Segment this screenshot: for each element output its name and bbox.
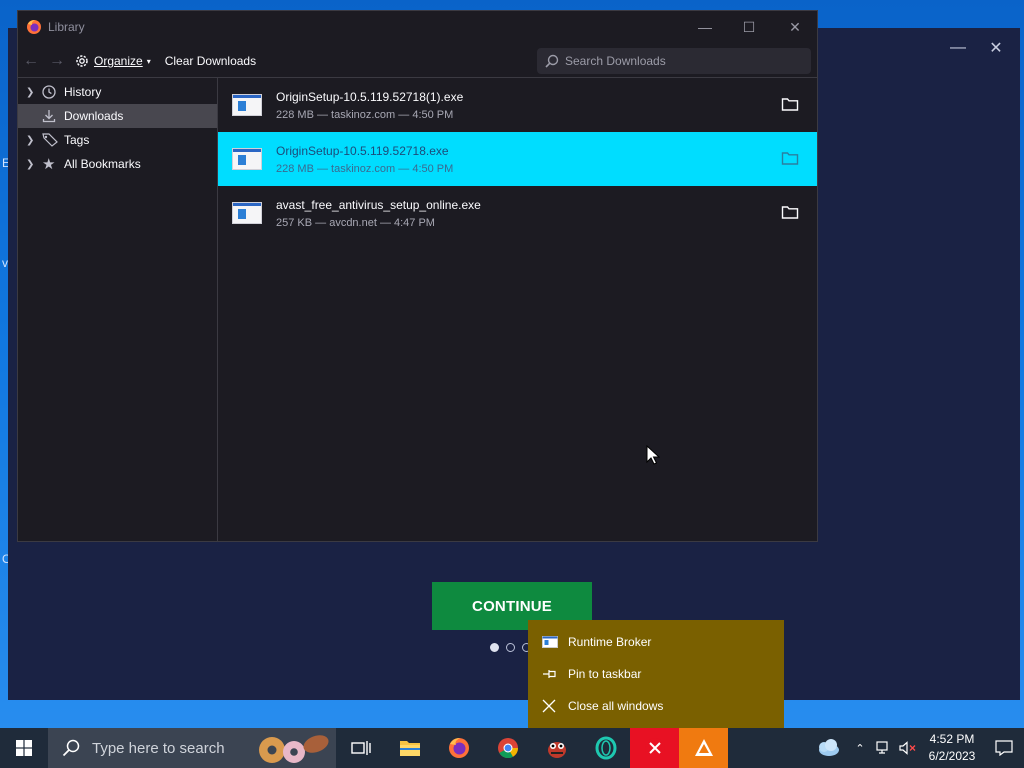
download-filename: OriginSetup-10.5.119.52718(1).exe: [276, 89, 464, 104]
download-details: 228 MB — taskinoz.com — 4:50 PM: [276, 108, 454, 121]
task-view-button[interactable]: [336, 728, 385, 768]
chrome-taskbar-button[interactable]: [483, 728, 532, 768]
opera-icon: [595, 736, 616, 760]
page-dot[interactable]: [490, 643, 499, 652]
library-toolbar: ← → Organize ▾ Clear Downloads: [18, 45, 817, 77]
avast-taskbar-button[interactable]: [679, 728, 728, 768]
folder-icon[interactable]: [781, 204, 799, 220]
firefox-taskbar-button[interactable]: [434, 728, 483, 768]
system-clock[interactable]: 4:52 PM 6/2/2023: [920, 731, 984, 765]
library-sidebar: ❯ History Downloads ❯ Tags ❯ ★ All Bookm…: [18, 77, 218, 541]
exe-file-icon: [232, 202, 262, 224]
volume-muted-icon[interactable]: [896, 728, 920, 768]
folder-icon[interactable]: [781, 96, 799, 112]
tag-icon: [42, 133, 60, 147]
mouse-cursor-icon: [646, 445, 660, 465]
notification-center-button[interactable]: [984, 740, 1024, 756]
sidebar-item-label: Tags: [64, 133, 90, 147]
sidebar-item-label: History: [64, 85, 102, 99]
chrome-icon: [497, 738, 518, 759]
opera-taskbar-button[interactable]: [581, 728, 630, 768]
download-icon: [42, 109, 60, 123]
expand-arrow-icon[interactable]: ❯: [26, 159, 42, 170]
download-item[interactable]: OriginSetup-10.5.119.52718(1).exe 228 MB…: [218, 78, 817, 132]
jump-list-label: Close all windows: [568, 699, 664, 713]
app-window-icon: [542, 636, 568, 648]
page-dot[interactable]: [506, 643, 515, 652]
bug-app-taskbar-button[interactable]: [532, 728, 581, 768]
sidebar-item-label: Downloads: [64, 109, 124, 123]
close-app-taskbar-button[interactable]: [630, 728, 679, 768]
clock-time: 4:52 PM: [929, 732, 975, 746]
windows-logo-icon: [16, 740, 32, 756]
pin-icon: [542, 668, 568, 680]
folder-icon[interactable]: [781, 150, 799, 166]
exe-file-icon: [232, 148, 262, 170]
downloads-list: OriginSetup-10.5.119.52718(1).exe 228 MB…: [218, 77, 817, 541]
clock-icon: [42, 85, 60, 99]
sidebar-item-downloads[interactable]: Downloads: [18, 104, 217, 128]
weather-icon[interactable]: [808, 728, 848, 768]
expand-arrow-icon[interactable]: ❯: [26, 135, 42, 146]
download-item[interactable]: OriginSetup-10.5.119.52718.exe 228 MB — …: [218, 132, 817, 186]
clear-downloads-button[interactable]: Clear Downloads: [165, 54, 256, 68]
download-filename: OriginSetup-10.5.119.52718.exe: [276, 143, 449, 158]
download-details: 228 MB — taskinoz.com — 4:50 PM: [276, 162, 454, 175]
start-button[interactable]: [0, 728, 48, 768]
search-icon: [62, 739, 80, 757]
chevron-down-icon: ▾: [146, 56, 151, 66]
star-icon: ★: [42, 156, 56, 173]
search-box[interactable]: [537, 48, 811, 74]
library-window: Library — ☐ ✕ ← → Organize ▾ Clear Downl…: [17, 10, 818, 542]
task-view-icon: [350, 741, 371, 755]
taskbar: ⌃ 4:52 PM 6/2/2023: [0, 728, 1024, 768]
organize-button[interactable]: Organize ▾: [74, 53, 151, 69]
sidebar-item-history[interactable]: ❯ History: [18, 80, 217, 104]
close-icon: [542, 699, 568, 713]
forward-arrow-icon[interactable]: →: [44, 52, 70, 70]
firefox-icon: [27, 20, 41, 34]
folder-icon: [399, 741, 420, 756]
chevron-up-icon[interactable]: ⌃: [848, 728, 872, 768]
download-filename: avast_free_antivirus_setup_online.exe: [276, 197, 481, 212]
donut-search-highlight-icon: [259, 735, 329, 763]
search-icon: [545, 54, 559, 68]
taskbar-search[interactable]: [48, 728, 336, 768]
sidebar-item-label: All Bookmarks: [64, 157, 141, 171]
jump-list-label: Runtime Broker: [568, 635, 652, 649]
download-item[interactable]: avast_free_antivirus_setup_online.exe 25…: [218, 186, 817, 240]
search-downloads-input[interactable]: [565, 54, 795, 68]
notification-icon: [995, 740, 1013, 756]
firefox-icon: [448, 738, 469, 758]
close-x-icon: [644, 738, 665, 758]
close-button[interactable]: ✕: [780, 17, 810, 37]
gear-icon: [76, 55, 88, 67]
network-icon[interactable]: [872, 728, 896, 768]
minimize-button[interactable]: —: [690, 17, 720, 37]
maximize-button[interactable]: ☐: [734, 17, 764, 37]
expand-arrow-icon[interactable]: ❯: [26, 87, 42, 98]
jump-list-label: Pin to taskbar: [568, 667, 642, 681]
system-tray: ⌃ 4:52 PM 6/2/2023: [808, 728, 1024, 768]
pin-to-taskbar-item[interactable]: Pin to taskbar: [528, 658, 784, 690]
organize-label: Organize: [94, 54, 143, 68]
download-details: 257 KB — avcdn.net — 4:47 PM: [276, 216, 435, 229]
sidebar-item-all-bookmarks[interactable]: ❯ ★ All Bookmarks: [18, 152, 217, 176]
window-title: Library: [48, 20, 85, 34]
close-all-windows-item[interactable]: Close all windows: [528, 690, 784, 722]
exe-file-icon: [232, 94, 262, 116]
avast-icon: [694, 739, 713, 756]
ladybug-app-icon: [547, 742, 566, 758]
taskbar-jump-list: Runtime Broker Pin to taskbar Close all …: [528, 620, 784, 728]
taskbar-search-input[interactable]: [92, 739, 252, 757]
clock-date: 6/2/2023: [928, 749, 976, 763]
close-button[interactable]: ✕: [976, 36, 1016, 60]
minimize-button[interactable]: —: [938, 36, 978, 60]
file-explorer-button[interactable]: [385, 728, 434, 768]
back-arrow-icon[interactable]: ←: [18, 52, 44, 70]
runtime-broker-item[interactable]: Runtime Broker: [528, 626, 784, 658]
page-indicator: [490, 643, 531, 652]
sidebar-item-tags[interactable]: ❯ Tags: [18, 128, 217, 152]
